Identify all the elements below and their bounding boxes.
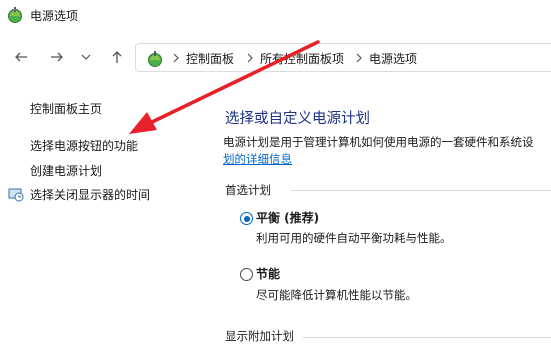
address-bar[interactable]: 控制面板 所有控制面板项 电源选项 bbox=[135, 43, 551, 72]
back-button[interactable] bbox=[8, 44, 34, 70]
divider bbox=[291, 190, 551, 191]
chevron-down-icon bbox=[81, 54, 91, 60]
power-saver-plan-radio[interactable] bbox=[240, 268, 253, 281]
chevron-right-icon bbox=[356, 53, 362, 63]
navigation-bar: 控制面板 所有控制面板项 电源选项 bbox=[0, 38, 551, 76]
power-options-icon bbox=[8, 7, 22, 23]
sidebar-item-display-off-time[interactable]: 选择关闭显示器的时间 bbox=[30, 186, 150, 203]
details-link[interactable]: 划的详细信息 bbox=[223, 151, 292, 167]
arrow-left-icon bbox=[15, 52, 27, 62]
arrow-up-icon bbox=[112, 51, 122, 63]
power-saver-plan-description: 尽可能降低计算机性能以节能。 bbox=[256, 288, 417, 302]
balanced-plan-name[interactable]: 平衡 (推荐) bbox=[256, 209, 319, 226]
page-title: 选择或自定义电源计划 bbox=[225, 111, 370, 127]
show-additional-plans[interactable]: 显示附加计划 bbox=[225, 328, 294, 344]
recent-locations-button[interactable] bbox=[73, 44, 99, 70]
forward-button[interactable] bbox=[44, 44, 70, 70]
divider bbox=[303, 337, 551, 338]
sidebar-item-control-panel-home[interactable]: 控制面板主页 bbox=[30, 100, 102, 117]
main-content: 选择或自定义电源计划 电源计划是用于管理计算机如何使用电源的一套硬件和系统设 划… bbox=[205, 76, 551, 348]
sidebar-item-create-power-plan[interactable]: 创建电源计划 bbox=[30, 162, 102, 179]
preferred-plans-label: 首选计划 bbox=[225, 183, 271, 197]
balanced-plan-radio[interactable] bbox=[240, 212, 253, 225]
sidebar-item-power-button-function[interactable]: 选择电源按钮的功能 bbox=[30, 137, 138, 154]
chevron-right-icon bbox=[247, 53, 253, 63]
breadcrumb-power-options[interactable]: 电源选项 bbox=[369, 50, 417, 67]
window-title: 电源选项 bbox=[30, 9, 79, 23]
breadcrumb-control-panel[interactable]: 控制面板 bbox=[186, 50, 234, 67]
title-bar: 电源选项 bbox=[0, 0, 551, 32]
description-text: 电源计划是用于管理计算机如何使用电源的一套硬件和系统设 bbox=[223, 135, 534, 149]
monitor-clock-icon bbox=[8, 188, 24, 202]
sidebar: 控制面板主页 选择电源按钮的功能 创建电源计划 选择关闭显示器的时间 bbox=[0, 76, 205, 348]
arrow-right-icon bbox=[51, 52, 63, 62]
breadcrumb-all-items[interactable]: 所有控制面板项 bbox=[260, 50, 344, 67]
up-button[interactable] bbox=[104, 44, 130, 70]
control-panel-icon bbox=[148, 51, 162, 67]
chevron-right-icon bbox=[173, 53, 179, 63]
power-saver-plan-name[interactable]: 节能 bbox=[256, 265, 280, 282]
balanced-plan-description: 利用可用的硬件自动平衡功耗与性能。 bbox=[256, 231, 452, 245]
